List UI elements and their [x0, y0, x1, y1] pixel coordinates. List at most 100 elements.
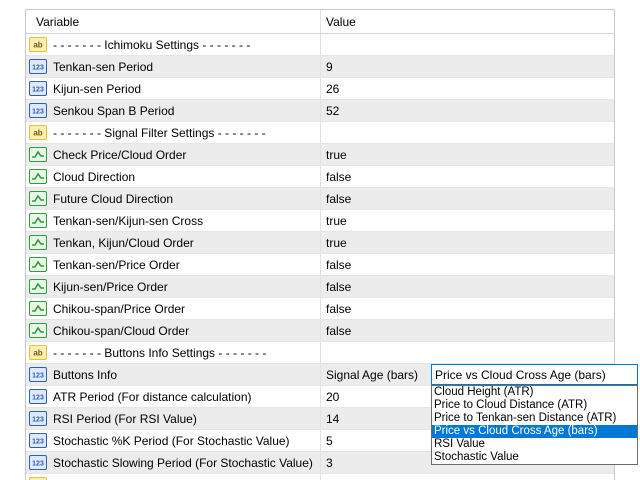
value-cell[interactable]: false [321, 320, 351, 341]
buttons-info-dropdown-list: Cloud Height (ATR) Price to Cloud Distanc… [431, 385, 638, 465]
dropdown-option[interactable]: Cloud Height (ATR) [432, 386, 637, 399]
123-integer-icon: 123 [29, 411, 47, 426]
123-integer-icon: 123 [29, 59, 47, 74]
column-header-value[interactable]: Value [321, 10, 356, 33]
value-cell[interactable]: false [321, 254, 351, 275]
123-integer-icon: 123 [29, 455, 47, 470]
ab-string-icon: ab [29, 345, 47, 360]
svg-text:ab: ab [33, 129, 42, 138]
123-integer-icon: 123 [29, 81, 47, 96]
value-cell[interactable] [321, 122, 326, 143]
123-integer-icon: 123 [29, 433, 47, 448]
value-cell[interactable]: 20 [321, 386, 339, 407]
variable-name: - - - - - - - Buttons Info Settings - - … [53, 345, 267, 360]
dropdown-option[interactable]: Price vs Cloud Cross Age (bars) [432, 425, 637, 438]
boolean-icon [29, 323, 47, 338]
123-integer-icon: 123 [29, 389, 47, 404]
value-cell[interactable]: false [321, 276, 351, 297]
boolean-icon [29, 169, 47, 184]
buttons-info-select-value: Price vs Cloud Cross Age (bars) [435, 367, 606, 382]
variable-cell: 123 Buttons Info [26, 364, 321, 385]
variable-cell: Future Cloud Direction [26, 188, 321, 209]
variable-name: RSI Period (For RSI Value) [53, 411, 197, 426]
dropdown-option[interactable]: Stochastic Value [432, 451, 637, 464]
variable-cell: Chikou-span/Cloud Order [26, 320, 321, 341]
variable-name: Stochastic Slowing Period (For Stochasti… [53, 455, 313, 470]
buttons-info-select[interactable]: Price vs Cloud Cross Age (bars) [431, 364, 638, 385]
value-cell[interactable] [321, 34, 326, 55]
boolean-icon [29, 257, 47, 272]
value-cell[interactable]: true [321, 232, 347, 253]
variable-name: Chikou-span/Price Order [53, 301, 186, 316]
variable-cell: Kijun-sen/Price Order [26, 276, 321, 297]
boolean-icon [29, 147, 47, 162]
variable-name: - - - - - - - Signal Filter Settings - -… [53, 125, 266, 140]
value-cell[interactable]: 26 [321, 78, 339, 99]
svg-text:123: 123 [32, 417, 44, 424]
table-row[interactable]: 123 Senkou Span B Period 52 [26, 100, 614, 122]
variable-name: Tenkan, Kijun/Cloud Order [53, 235, 194, 250]
variable-cell: Chikou-span/Price Order [26, 298, 321, 319]
svg-text:123: 123 [32, 87, 44, 94]
variable-name: Chikou-span/Cloud Order [53, 323, 190, 338]
variable-cell: ab - - - - - - - Buttons Info Settings - … [26, 342, 321, 363]
boolean-icon [29, 279, 47, 294]
variable-cell: 123 Senkou Span B Period [26, 100, 321, 121]
boolean-icon [29, 213, 47, 228]
variable-cell: 123 Kijun-sen Period [26, 78, 321, 99]
variable-name: Senkou Span B Period [53, 103, 175, 118]
variable-name: Tenkan-sen/Price Order [53, 257, 180, 272]
table-row[interactable]: ab - - - - - - - Buttons Info Settings - … [26, 342, 614, 364]
variable-cell: Tenkan, Kijun/Cloud Order [26, 232, 321, 253]
table-row[interactable]: Chikou-span/Price Order false [26, 298, 614, 320]
boolean-icon [29, 301, 47, 316]
variable-cell: 123 ATR Period (For distance calculation) [26, 386, 321, 407]
svg-text:123: 123 [32, 373, 44, 380]
table-row[interactable]: Tenkan-sen/Price Order false [26, 254, 614, 276]
dropdown-option[interactable]: Price to Cloud Distance (ATR) [432, 399, 637, 412]
table-row[interactable]: 123 Tenkan-sen Period 9 [26, 56, 614, 78]
variable-cell: ab - - - - - - - Signal Filter Settings -… [26, 122, 321, 143]
variable-name: Kijun-sen/Price Order [53, 279, 168, 294]
svg-text:123: 123 [32, 461, 44, 468]
value-cell[interactable]: true [321, 144, 347, 165]
column-header-variable[interactable]: Variable [26, 10, 321, 33]
grid-header: Variable Value [26, 10, 614, 34]
value-cell[interactable] [321, 342, 326, 363]
table-row[interactable]: Chikou-span/Cloud Order false [26, 320, 614, 342]
variable-name: Tenkan-sen/Kijun-sen Cross [53, 213, 204, 228]
table-row[interactable]: ab [26, 474, 614, 480]
value-cell[interactable]: 3 [321, 452, 333, 473]
variable-name: - - - - - - - Ichimoku Settings - - - - … [53, 37, 251, 52]
table-row[interactable]: Kijun-sen/Price Order false [26, 276, 614, 298]
table-row[interactable]: Future Cloud Direction false [26, 188, 614, 210]
table-row[interactable]: Tenkan, Kijun/Cloud Order true [26, 232, 614, 254]
table-row[interactable]: Tenkan-sen/Kijun-sen Cross true [26, 210, 614, 232]
table-row[interactable]: Check Price/Cloud Order true [26, 144, 614, 166]
variable-name: Kijun-sen Period [53, 81, 142, 96]
table-row[interactable]: 123 Kijun-sen Period 26 [26, 78, 614, 100]
dropdown-option[interactable]: RSI Value [432, 438, 637, 451]
variable-cell: ab - - - - - - - Ichimoku Settings - - - … [26, 34, 321, 55]
variable-cell: Check Price/Cloud Order [26, 144, 321, 165]
table-row[interactable]: ab - - - - - - - Signal Filter Settings -… [26, 122, 614, 144]
table-row[interactable]: Cloud Direction false [26, 166, 614, 188]
value-cell[interactable]: false [321, 298, 351, 319]
value-cell[interactable]: 5 [321, 430, 333, 451]
value-cell[interactable]: 14 [321, 408, 339, 429]
value-cell[interactable] [321, 474, 326, 480]
svg-text:ab: ab [33, 41, 42, 50]
boolean-icon [29, 191, 47, 206]
value-cell[interactable]: true [321, 210, 347, 231]
variable-name: Check Price/Cloud Order [53, 147, 187, 162]
variable-name: Stochastic %K Period (For Stochastic Val… [53, 433, 290, 448]
svg-text:123: 123 [32, 395, 44, 402]
value-cell[interactable]: 9 [321, 56, 333, 77]
value-cell[interactable]: 52 [321, 100, 339, 121]
value-cell[interactable]: false [321, 166, 351, 187]
dropdown-option[interactable]: Price to Tenkan-sen Distance (ATR) [432, 412, 637, 425]
value-cell[interactable]: false [321, 188, 351, 209]
table-row[interactable]: ab - - - - - - - Ichimoku Settings - - - … [26, 34, 614, 56]
value-cell[interactable]: Signal Age (bars) [321, 364, 418, 385]
123-integer-icon: 123 [29, 103, 47, 118]
